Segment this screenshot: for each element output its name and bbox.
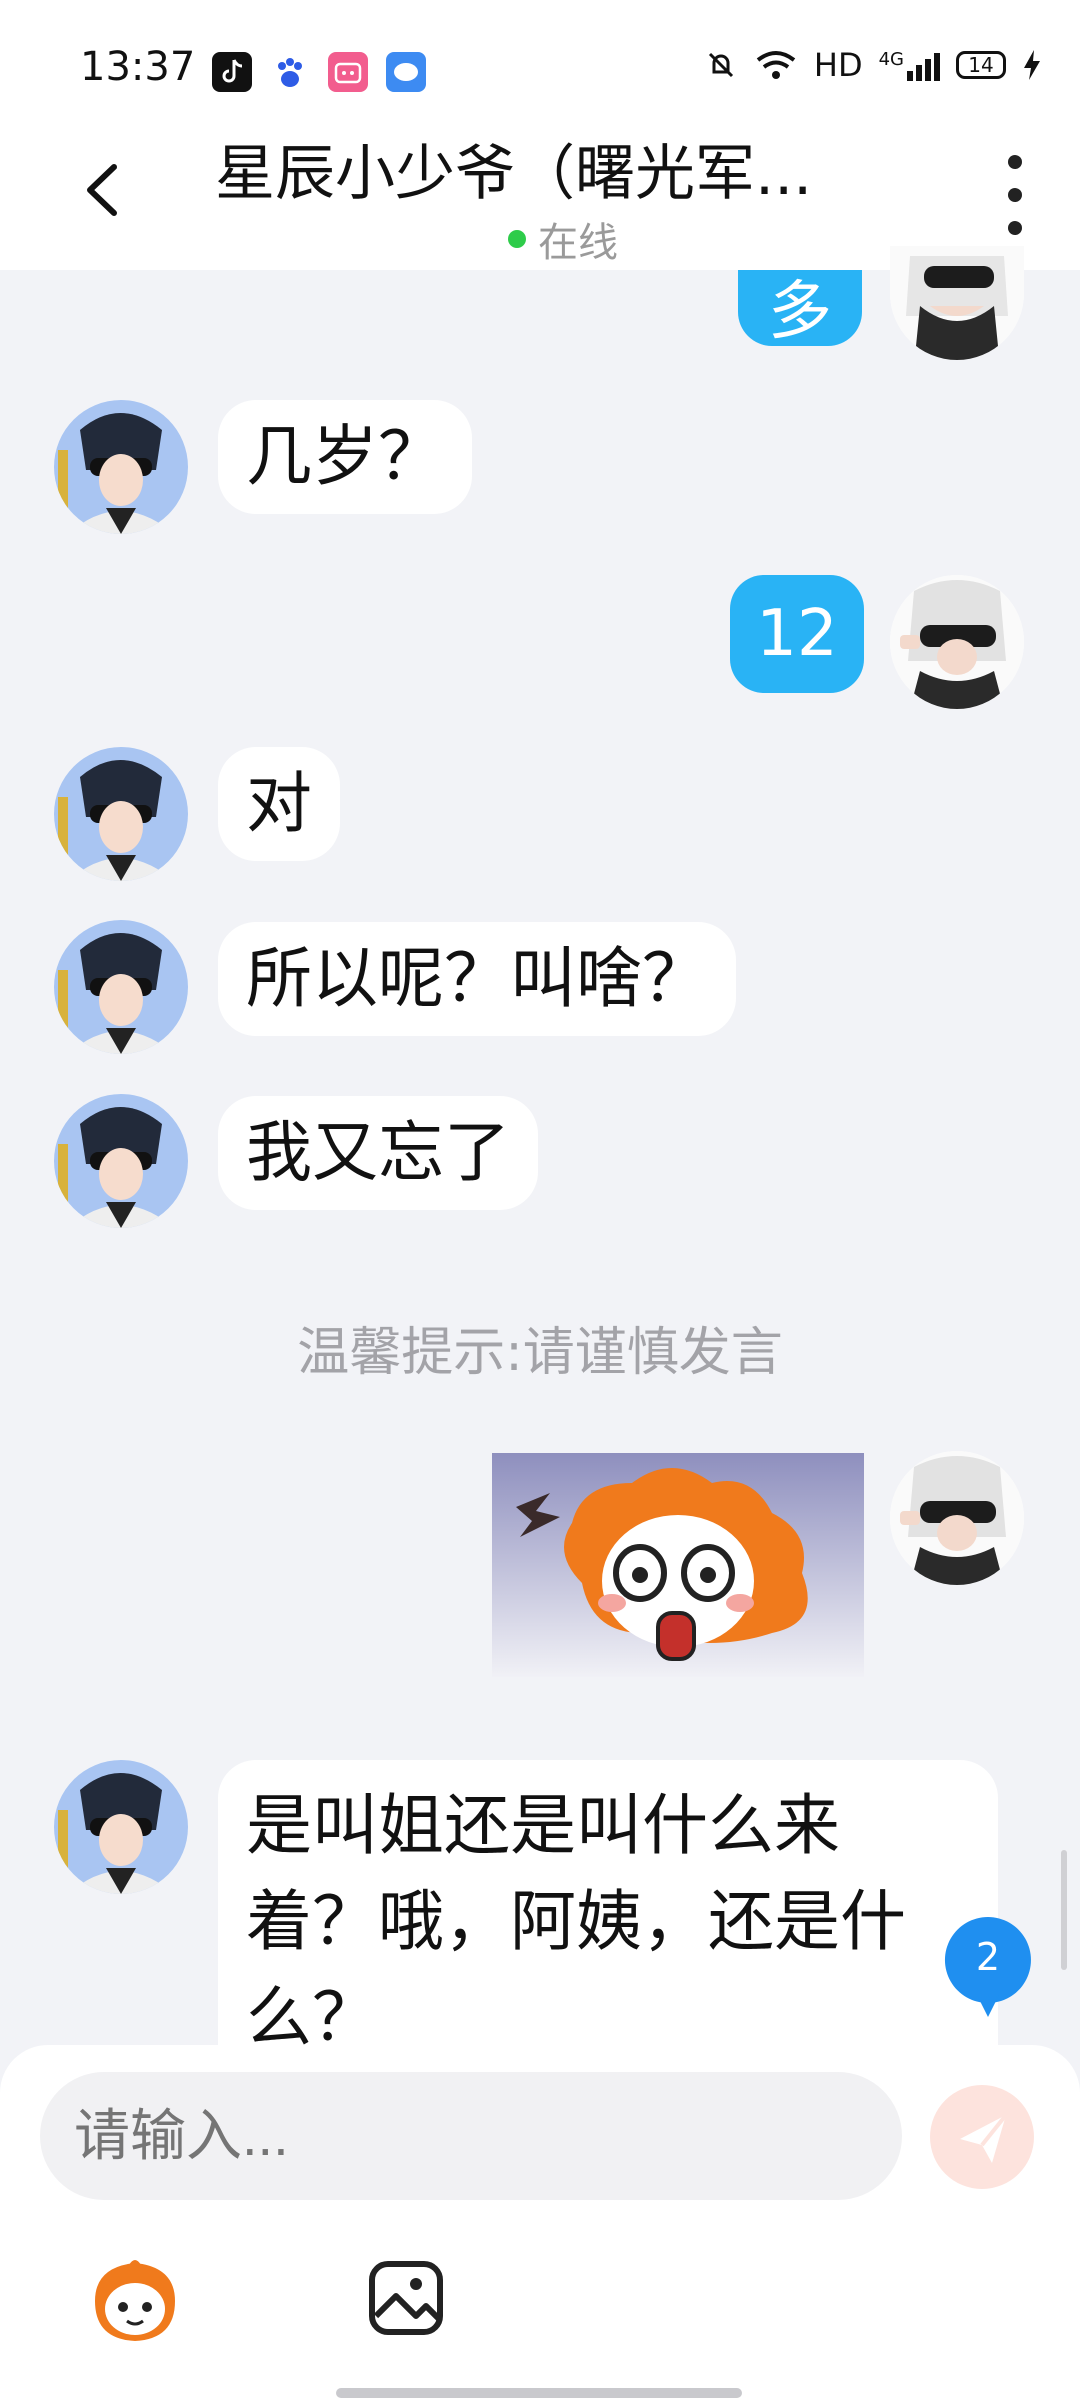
sticker-face-icon	[95, 2260, 175, 2341]
sticker-message[interactable]	[492, 1453, 864, 1677]
image-icon	[369, 2261, 443, 2335]
message-text: 几岁？	[246, 418, 444, 495]
wifi-icon	[756, 51, 796, 79]
send-button[interactable]	[930, 2085, 1034, 2189]
bilibili-icon	[328, 52, 368, 92]
network-label: HD	[813, 46, 863, 84]
contact-avatar[interactable]	[54, 747, 188, 881]
system-icons: HD 4G 14	[704, 46, 1042, 84]
more-options-button[interactable]	[1000, 155, 1030, 235]
home-indicator[interactable]	[336, 2388, 742, 2398]
message-input[interactable]	[40, 2072, 902, 2200]
scrollbar[interactable]	[1061, 1850, 1067, 1970]
cloud-chat-icon	[386, 52, 426, 92]
sticker-image	[492, 1453, 864, 1677]
online-label: 在线	[538, 220, 618, 266]
battery-icon: 14	[956, 51, 1006, 79]
message-text-line: 是叫姐还是叫什么来	[246, 1787, 840, 1864]
message-bubble-outgoing[interactable]: 多	[738, 270, 862, 346]
mute-icon	[708, 52, 733, 78]
dot	[1008, 188, 1022, 202]
contact-avatar[interactable]	[54, 400, 188, 534]
notification-icons	[212, 52, 426, 92]
online-status: 在线	[508, 210, 618, 268]
my-avatar[interactable]	[890, 1451, 1024, 1585]
message-text: 多	[768, 275, 832, 349]
message-bubble-incoming[interactable]: 对	[218, 747, 340, 861]
system-hint: 温馨提示:请谨慎发言	[297, 1323, 783, 1383]
contact-avatar[interactable]	[54, 1760, 188, 1894]
my-avatar[interactable]	[890, 575, 1024, 709]
message-text: 我又忘了	[246, 1114, 510, 1191]
chevron-left-icon	[87, 164, 117, 216]
chat-title[interactable]: 星辰小少爷（曙光军...	[215, 125, 875, 212]
tiktok-icon	[212, 52, 252, 92]
message-bubble-outgoing[interactable]: 12	[730, 575, 864, 693]
emoji-button[interactable]	[85, 2257, 185, 2343]
status-time: 13:37	[80, 44, 196, 90]
image-button[interactable]	[368, 2260, 444, 2336]
message-bubble-incoming[interactable]: 几岁？	[218, 400, 472, 514]
message-bubble-incoming[interactable]: 所以呢？叫啥？	[218, 922, 736, 1036]
contact-avatar[interactable]	[54, 1094, 188, 1228]
message-text: 所以呢？叫啥？	[246, 940, 708, 1017]
message-bubble-incoming[interactable]: 我又忘了	[218, 1096, 538, 1210]
message-text: 对	[246, 765, 312, 842]
contact-avatar[interactable]	[54, 920, 188, 1054]
message-bubble-incoming[interactable]: 是叫姐还是叫什么来 着？哦，阿姨，还是什 么？	[218, 1760, 998, 2060]
unread-count: 2	[975, 1935, 1001, 1979]
dot	[1008, 221, 1022, 235]
signal-label: 4G	[878, 49, 904, 70]
my-avatar[interactable]	[890, 246, 1024, 360]
message-text-line: 着？哦，阿姨，还是什	[246, 1883, 906, 1960]
signal-icon: 4G	[879, 49, 940, 81]
back-button[interactable]	[70, 155, 140, 225]
dot	[1008, 155, 1022, 169]
charging-icon	[1024, 50, 1040, 80]
input-panel	[0, 2045, 1080, 2400]
unread-badge[interactable]: 2	[943, 1915, 1033, 2017]
online-dot-icon	[508, 230, 526, 248]
baidu-icon	[270, 52, 310, 92]
message-text: 12	[756, 597, 838, 671]
send-icon	[960, 2113, 1008, 2163]
battery-level: 14	[968, 53, 994, 77]
